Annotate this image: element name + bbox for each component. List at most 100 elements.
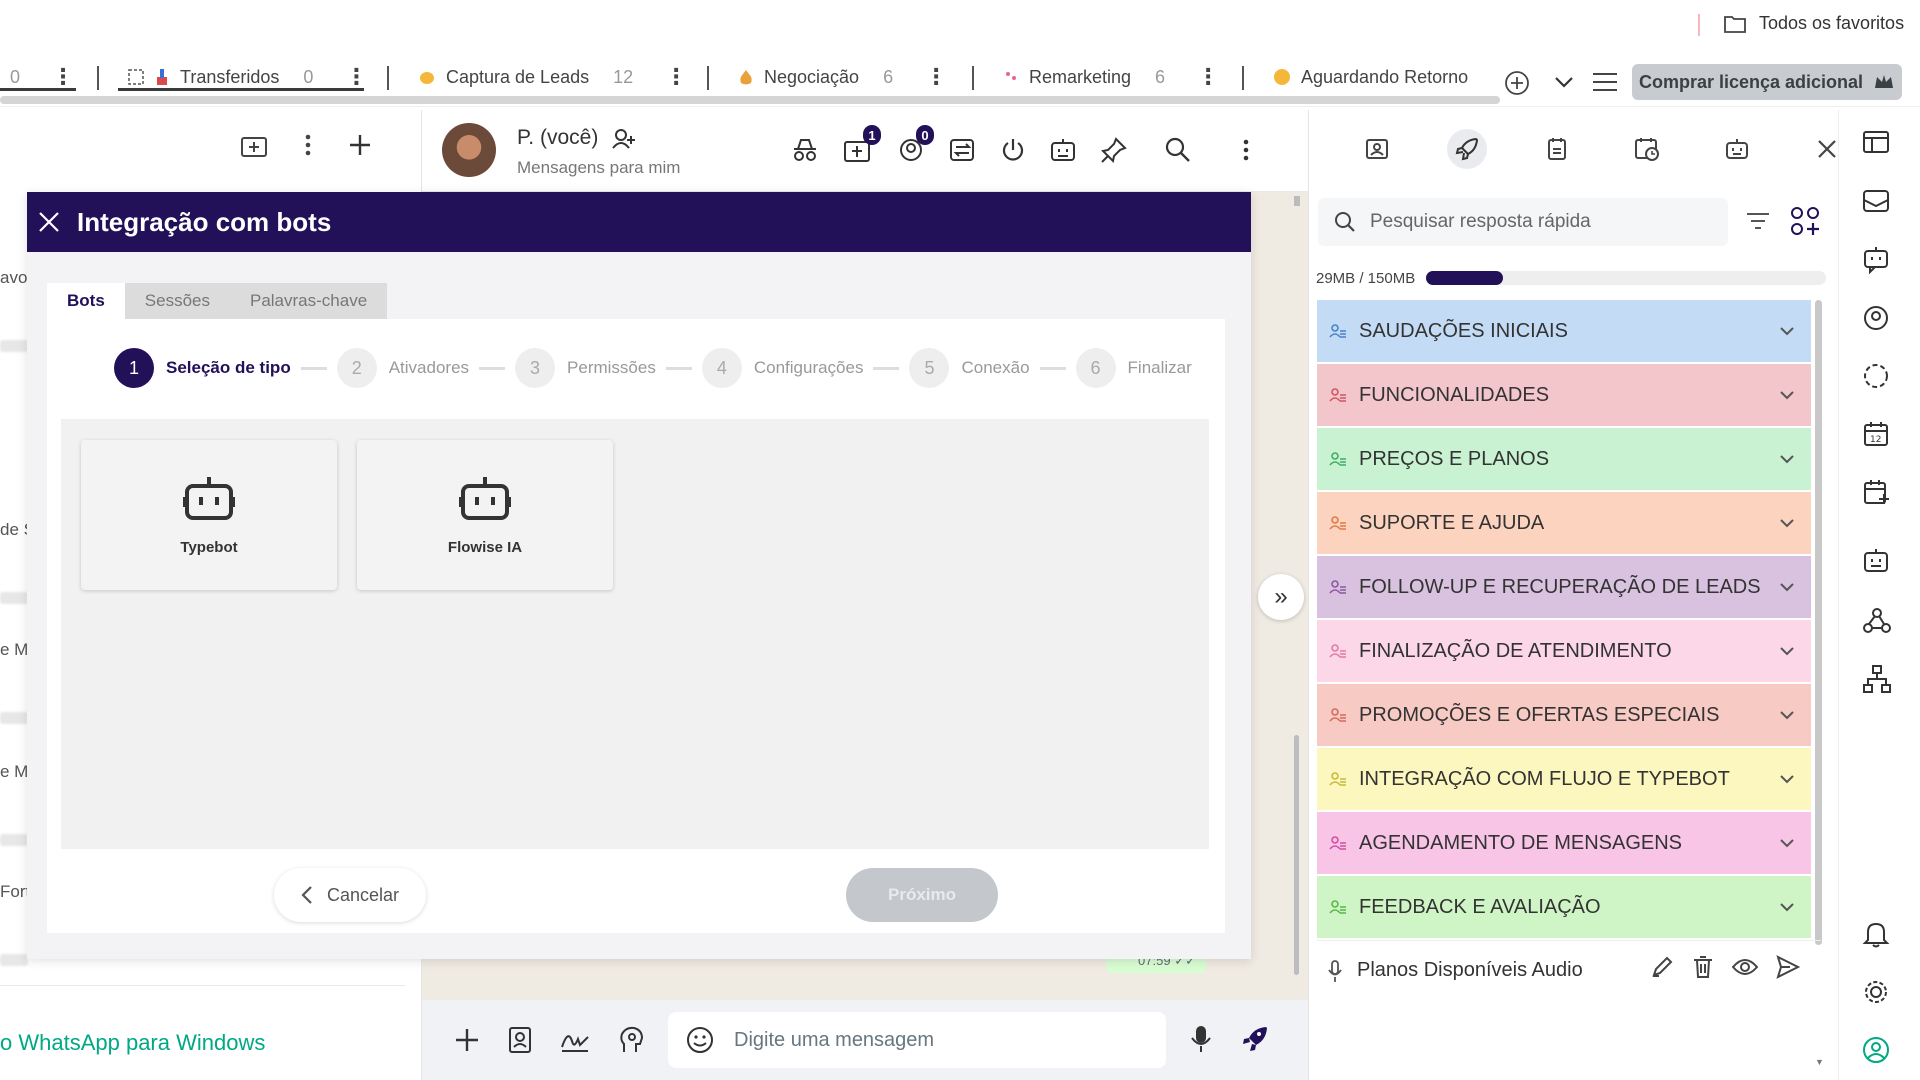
notes-icon[interactable] xyxy=(1512,137,1602,161)
tab-menu-icon[interactable]: ⋮ xyxy=(1197,64,1219,90)
chevron-down-icon[interactable] xyxy=(1779,710,1795,720)
chevron-down-icon[interactable] xyxy=(1779,646,1795,656)
close-icon[interactable] xyxy=(37,210,61,234)
tab-menu-icon[interactable]: ⋮ xyxy=(345,64,367,90)
step-ativadores[interactable]: 2 Ativadores xyxy=(336,348,469,388)
step-permissoes[interactable]: 3 Permissões xyxy=(515,348,656,388)
bot-icon[interactable] xyxy=(1049,137,1077,163)
tab-menu-icon[interactable]: ⋮ xyxy=(52,64,74,90)
next-button[interactable]: Próximo xyxy=(846,868,998,922)
network-icon[interactable] xyxy=(1862,664,1892,694)
tabs-scrollbar[interactable] xyxy=(0,96,1500,104)
schedule-icon[interactable] xyxy=(1602,136,1692,162)
buy-license-button[interactable]: Comprar licença adicional xyxy=(1632,64,1902,100)
chevron-down-icon[interactable] xyxy=(1779,518,1795,528)
ai-head-icon[interactable] xyxy=(618,1026,644,1054)
bot-icon[interactable] xyxy=(1692,138,1782,160)
category-row[interactable]: FOLLOW-UP E RECUPERAÇÃO DE LEADS xyxy=(1317,556,1811,618)
step-conexao[interactable]: 5 Conexão xyxy=(909,348,1030,388)
attach-plus-icon[interactable] xyxy=(454,1027,480,1053)
add-tab-icon[interactable] xyxy=(1504,70,1530,96)
power-icon[interactable] xyxy=(1000,137,1026,163)
chevron-down-icon[interactable] xyxy=(1779,454,1795,464)
edit-pencil-icon[interactable] xyxy=(1650,955,1674,979)
chevron-down-icon[interactable] xyxy=(1779,774,1795,784)
category-scrollbar[interactable] xyxy=(1815,300,1822,945)
quick-replies-rocket-icon[interactable] xyxy=(1422,128,1512,170)
more-options-icon[interactable] xyxy=(1242,138,1250,162)
category-row[interactable]: AGENDAMENTO DE MENSAGENS xyxy=(1317,812,1811,874)
chat-scrollbar[interactable] xyxy=(1294,735,1299,975)
more-options-icon[interactable] xyxy=(304,133,312,157)
add-contact-icon[interactable] xyxy=(612,128,636,150)
category-row[interactable]: SUPORTE E AJUDA xyxy=(1317,492,1811,554)
scroll-down-arrow[interactable]: ▼ xyxy=(1815,1057,1824,1067)
tab-remarketing[interactable]: Remarketing 6 ⋮ xyxy=(1003,60,1219,94)
eye-icon[interactable] xyxy=(1732,957,1758,977)
bot-icon[interactable] xyxy=(1862,548,1890,574)
new-community-icon[interactable] xyxy=(240,132,268,158)
cancel-button[interactable]: Cancelar xyxy=(274,868,426,922)
webhook-icon[interactable] xyxy=(1862,606,1892,634)
message-input[interactable]: Digite uma mensagem xyxy=(668,1012,1166,1068)
team-icon[interactable]: 0 xyxy=(896,125,934,163)
step-finalizar[interactable]: 6 Finalizar xyxy=(1075,348,1192,388)
category-row[interactable]: PROMOÇÕES E OFERTAS ESPECIAIS xyxy=(1317,684,1811,746)
tab-bots[interactable]: Bots xyxy=(47,283,125,319)
all-favorites-button[interactable]: Todos os favoritos xyxy=(1723,13,1904,34)
profile-icon[interactable] xyxy=(1862,1036,1890,1064)
add-event-icon[interactable] xyxy=(1862,478,1890,506)
support-agent-icon[interactable] xyxy=(1862,304,1890,332)
chevron-down-icon[interactable] xyxy=(1779,390,1795,400)
calendar-icon[interactable]: 12 xyxy=(1862,420,1890,448)
add-task-icon[interactable]: 1 xyxy=(843,125,881,163)
tab-menu-icon[interactable]: ⋮ xyxy=(925,64,947,90)
search-icon[interactable] xyxy=(1165,137,1191,163)
sticker-icon[interactable] xyxy=(686,1026,714,1054)
chevron-down-icon[interactable] xyxy=(1779,582,1795,592)
send-icon[interactable] xyxy=(1776,955,1800,979)
filter-icon[interactable] xyxy=(1746,212,1770,230)
layout-icon[interactable] xyxy=(1862,130,1890,154)
mail-icon[interactable] xyxy=(1862,188,1890,214)
bot-card-flowise[interactable]: Flowise IA xyxy=(357,440,613,590)
new-chat-plus-icon[interactable] xyxy=(348,133,372,157)
rocket-icon[interactable] xyxy=(1240,1024,1270,1054)
step-configuracoes[interactable]: 4 Configurações xyxy=(701,348,863,388)
status-ring-icon[interactable] xyxy=(1862,362,1890,390)
scroll-up-arrow[interactable] xyxy=(1294,196,1300,206)
menu-icon[interactable] xyxy=(1592,72,1618,92)
pin-icon[interactable] xyxy=(1100,136,1128,164)
category-row[interactable]: FUNCIONALIDADES xyxy=(1317,364,1811,426)
tab-aguardando-retorno[interactable]: Aguardando Retorno xyxy=(1273,60,1468,94)
tab-palavras-chave[interactable]: Palavras-chave xyxy=(229,283,388,319)
category-row[interactable]: PREÇOS E PLANOS xyxy=(1317,428,1811,490)
chevron-down-icon[interactable] xyxy=(1779,902,1795,912)
category-row[interactable]: INTEGRAÇÃO COM FLUJO E TYPEBOT xyxy=(1317,748,1811,810)
category-row[interactable]: FEEDBACK E AVALIAÇÃO xyxy=(1317,876,1811,938)
gear-icon[interactable] xyxy=(1862,978,1890,1006)
incognito-icon[interactable] xyxy=(790,137,820,163)
avatar[interactable] xyxy=(442,123,496,177)
tab-menu-icon[interactable]: ⋮ xyxy=(665,64,687,90)
quick-reply-search-input[interactable]: Pesquisar resposta rápida xyxy=(1318,198,1728,246)
chevron-down-icon[interactable] xyxy=(1779,326,1795,336)
expand-panel-button[interactable]: » xyxy=(1258,574,1304,620)
category-row[interactable]: SAUDAÇÕES INICIAIS xyxy=(1317,300,1811,362)
contact-card-icon[interactable] xyxy=(508,1026,532,1054)
contact-name[interactable]: P. (você) xyxy=(517,126,598,150)
transfer-icon[interactable] xyxy=(949,137,977,163)
tab-negociacao[interactable]: Negociação 6 ⋮ xyxy=(738,60,947,94)
tab-captura-de-leads[interactable]: Captura de Leads 12 ⋮ xyxy=(418,60,687,94)
trash-icon[interactable] xyxy=(1692,955,1714,979)
contact-info-icon[interactable] xyxy=(1332,138,1422,160)
tab-sessoes[interactable]: Sessões xyxy=(124,283,230,319)
chevron-down-icon[interactable] xyxy=(1779,838,1795,848)
bot-card-typebot[interactable]: Typebot xyxy=(81,440,337,590)
category-row[interactable]: FINALIZAÇÃO DE ATENDIMENTO xyxy=(1317,620,1811,682)
add-category-icon[interactable] xyxy=(1790,206,1820,236)
chatbot-icon[interactable] xyxy=(1862,246,1890,274)
whatsapp-windows-link[interactable]: o WhatsApp para Windows xyxy=(0,1030,265,1056)
chevron-down-icon[interactable] xyxy=(1553,74,1575,90)
microphone-icon[interactable] xyxy=(1190,1024,1212,1054)
